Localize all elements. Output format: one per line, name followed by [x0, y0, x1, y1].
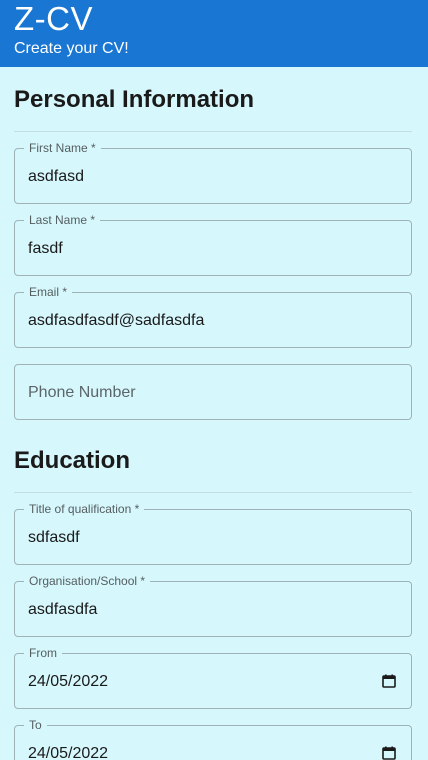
organisation-input[interactable]: asdfasdfa	[28, 600, 398, 620]
email-label: Email *	[24, 285, 73, 299]
first-name-input[interactable]: asdfasd	[28, 167, 398, 187]
app-bar: Z-CV Create your CV!	[0, 0, 428, 67]
from-date-input[interactable]: 24/05/2022	[28, 672, 398, 692]
phone-number-placeholder[interactable]: Phone Number	[28, 383, 136, 403]
calendar-icon[interactable]	[382, 674, 396, 688]
qualification-input[interactable]: sdfasdf	[28, 528, 398, 548]
to-date-field[interactable]: To 24/05/2022	[14, 718, 412, 760]
first-name-field[interactable]: First Name * asdfasd	[14, 141, 412, 204]
from-date-label: From	[24, 646, 62, 660]
qualification-label: Title of qualification *	[24, 502, 145, 516]
last-name-field[interactable]: Last Name * fasdf	[14, 213, 412, 276]
app-title: Z-CV	[14, 0, 93, 37]
personal-information-heading: Personal Information	[14, 86, 255, 113]
organisation-label: Organisation/School *	[24, 574, 151, 588]
cv-form: Personal Information First Name * asdfas…	[0, 67, 428, 760]
personal-divider	[14, 131, 412, 132]
from-date-field[interactable]: From 24/05/2022	[14, 646, 412, 709]
phone-number-field[interactable]: Phone Number	[14, 364, 412, 420]
last-name-input[interactable]: fasdf	[28, 239, 398, 259]
email-input[interactable]: asdfasdfasdf@sadfasdfa	[28, 311, 398, 331]
to-date-input[interactable]: 24/05/2022	[28, 744, 398, 760]
to-date-label: To	[24, 718, 47, 732]
education-heading: Education	[14, 447, 131, 474]
app-subtitle: Create your CV!	[14, 40, 129, 57]
last-name-label: Last Name *	[24, 213, 101, 227]
email-field[interactable]: Email * asdfasdfasdf@sadfasdfa	[14, 285, 412, 348]
first-name-label: First Name *	[24, 141, 101, 155]
qualification-field[interactable]: Title of qualification * sdfasdf	[14, 502, 412, 565]
calendar-icon[interactable]	[382, 746, 396, 760]
education-divider	[14, 492, 412, 493]
organisation-field[interactable]: Organisation/School * asdfasdfa	[14, 574, 412, 637]
